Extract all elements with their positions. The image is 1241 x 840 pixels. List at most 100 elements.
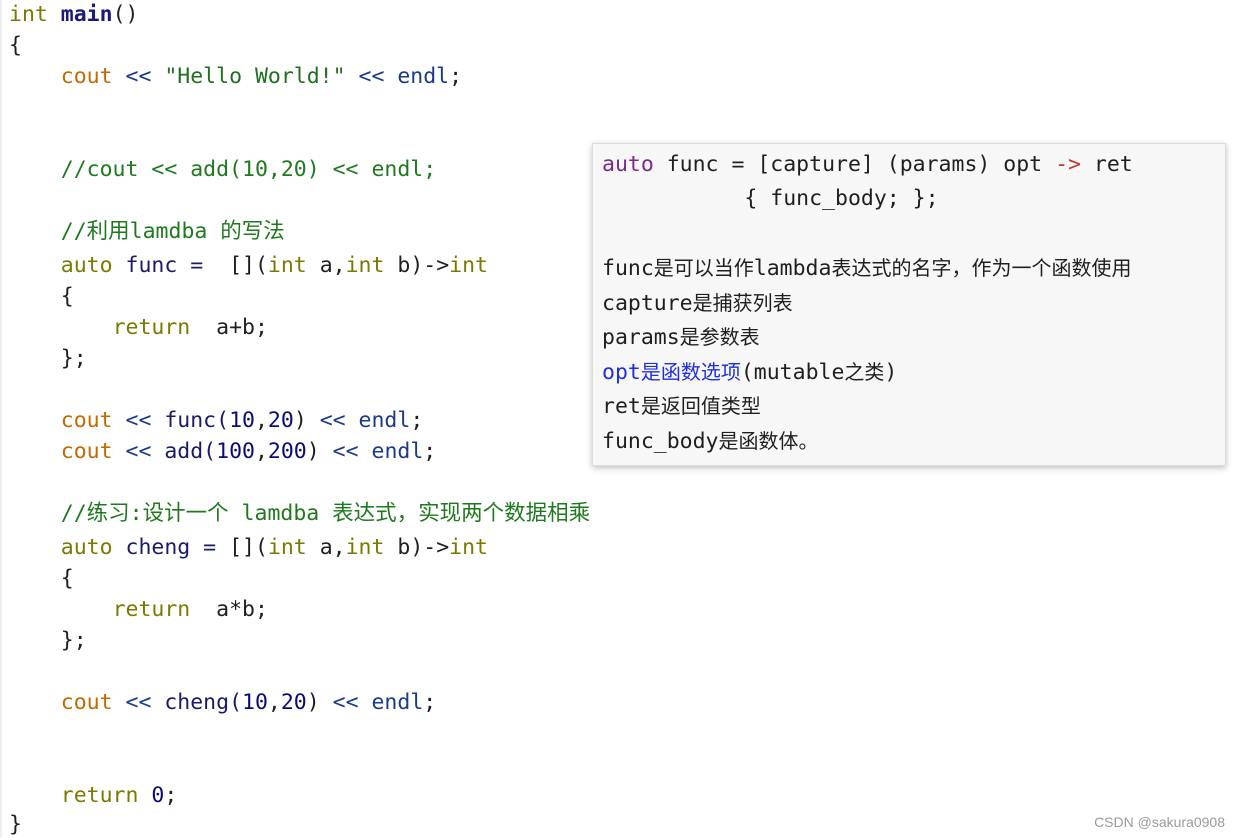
keyword-int: int: [345, 253, 385, 278]
param-b: b)->: [384, 253, 450, 278]
identifier-cheng: cheng =: [112, 535, 230, 560]
desc-text: 是函数选项: [640, 360, 741, 384]
semicolon: ;: [410, 408, 424, 433]
syntax-line-2: { func_body; };: [602, 184, 939, 214]
lambda-open: [](: [229, 535, 268, 560]
code-line-26: return 0;: [9, 781, 178, 811]
term-capture: capture: [602, 291, 693, 316]
open-brace: {: [60, 566, 74, 591]
desc-func: func是可以当作lambda表达式的名字，作为一个函数使用: [602, 253, 1131, 283]
parens: (): [112, 2, 139, 27]
close-paren: ): [884, 360, 898, 385]
number: 20: [267, 408, 294, 433]
keyword-int: int: [345, 535, 385, 560]
code-line-17: //练习:设计一个 lamdba 表达式，实现两个数据相乘: [9, 499, 590, 529]
code-line-9: auto func = [](int a,int b)->int: [9, 251, 488, 281]
term-lambda: lambda: [753, 256, 832, 281]
term-opt: opt: [602, 360, 641, 385]
desc-params: params是参数表: [602, 322, 760, 352]
code-line-11: return a+b;: [9, 313, 268, 343]
number: 0: [138, 783, 165, 808]
endl-token: endl: [371, 439, 424, 464]
arrow-operator: ->: [1055, 152, 1081, 177]
comma: ,: [254, 439, 268, 464]
close-paren: ): [306, 439, 320, 464]
code-editor[interactable]: int main() { cout << "Hello World!" << e…: [0, 0, 1241, 838]
term-params: params: [602, 325, 680, 350]
param-a: a,: [306, 253, 346, 278]
desc-text: 是返回值类型: [640, 394, 761, 418]
cout-token: cout: [60, 64, 113, 89]
keyword-return: return: [60, 783, 139, 808]
term-func-body: func_body: [602, 429, 719, 454]
desc-text: 表达式的名字，作为一个函数使用: [831, 256, 1132, 280]
close-brace: };: [60, 628, 87, 653]
close-brace: };: [60, 346, 87, 371]
keyword-return: return: [112, 315, 191, 340]
desc-text: 之类: [844, 360, 885, 384]
desc-capture: capture是捕获列表: [602, 288, 793, 318]
syntax-capture-params: [capture] (params) opt: [757, 152, 1056, 177]
endl-token: endl: [358, 408, 411, 433]
code-line-12: };: [9, 344, 87, 374]
keyword-int: int: [267, 535, 307, 560]
cout-token: cout: [60, 408, 113, 433]
number: 100: [216, 439, 255, 464]
number: 10: [242, 690, 268, 715]
watermark: CSDN @sakura0908: [1094, 814, 1225, 830]
number: 200: [267, 439, 307, 464]
call-cheng: cheng(: [164, 690, 243, 715]
stream-op: <<: [306, 408, 359, 433]
desc-func-body: func_body是函数体。: [602, 426, 819, 456]
stream-op: <<: [319, 439, 372, 464]
term-func: func: [602, 256, 654, 281]
param-b: b)->: [384, 535, 450, 560]
code-line-14: cout << func(10,20) << endl;: [9, 406, 424, 436]
term-ret: ret: [602, 394, 641, 419]
desc-text: 是可以当作: [653, 256, 754, 280]
syntax-line-1: auto func = [capture] (params) opt -> re…: [602, 150, 1133, 180]
keyword-int: int: [9, 2, 48, 27]
function-name-main: main: [60, 2, 113, 27]
syntax-ret: ret: [1080, 152, 1133, 177]
semicolon: ;: [423, 690, 437, 715]
close-brace: }: [9, 812, 22, 837]
endl-token: endl: [397, 64, 450, 89]
string-literal: "Hello World!": [164, 64, 346, 89]
stream-op: <<: [112, 439, 165, 464]
call-add: add(: [164, 439, 217, 464]
stream-op: <<: [112, 64, 165, 89]
semicolon: ;: [449, 64, 463, 89]
code-line-20: return a*b;: [9, 595, 268, 625]
desc-opt: opt是函数选项(mutable之类): [602, 357, 897, 387]
cout-token: cout: [60, 439, 113, 464]
desc-text: 是捕获列表: [692, 291, 793, 315]
comment: //利用lamdba 的写法: [60, 219, 285, 244]
code-line-23: cout << cheng(10,20) << endl;: [9, 688, 436, 718]
term-mutable: (mutable: [740, 360, 845, 385]
keyword-int: int: [267, 253, 307, 278]
call-func: func(: [164, 408, 230, 433]
desc-text: 是函数体。: [718, 429, 819, 453]
code-line-18: auto cheng = [](int a,int b)->int: [9, 533, 488, 563]
stream-op: <<: [345, 64, 398, 89]
code-line-27: }: [9, 810, 22, 840]
lambda-syntax-tooltip: auto func = [capture] (params) opt -> re…: [592, 143, 1226, 466]
number: 10: [229, 408, 255, 433]
expression: a*b;: [190, 597, 268, 622]
comment: //练习:设计一个 lamdba 表达式，实现两个数据相乘: [60, 501, 591, 526]
endl-token: endl: [371, 690, 424, 715]
code-line-2: {: [9, 31, 22, 61]
desc-text: 是参数表: [679, 325, 760, 349]
identifier-func: func =: [112, 253, 217, 278]
code-line-8: //利用lamdba 的写法: [9, 217, 285, 247]
syntax-body: { func_body; };: [602, 186, 939, 211]
code-line-10: {: [9, 282, 74, 312]
keyword-auto: auto: [602, 152, 654, 177]
keyword-auto: auto: [60, 253, 113, 278]
close-paren: ): [293, 408, 307, 433]
code-line-1: int main(): [9, 0, 138, 30]
expression: a+b;: [190, 315, 268, 340]
cout-token: cout: [60, 690, 113, 715]
keyword-int: int: [449, 253, 489, 278]
